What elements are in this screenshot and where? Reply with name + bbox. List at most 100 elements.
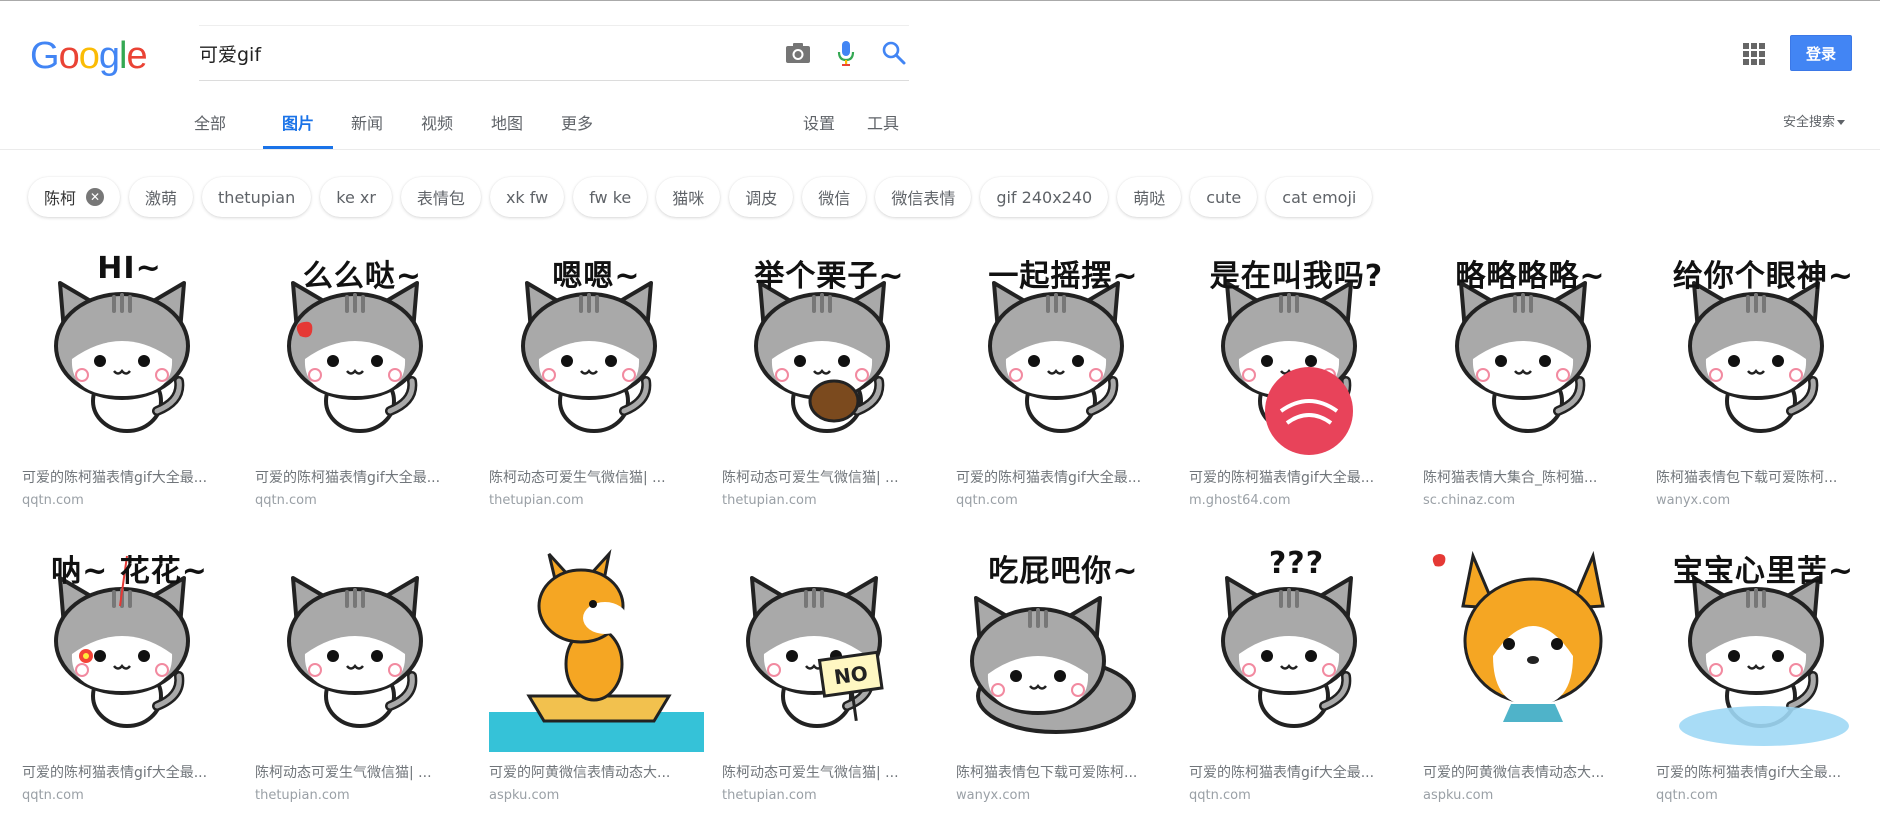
result-caption[interactable]: 陈柯动态可爱生气微信猫| ... — [255, 762, 455, 782]
chip[interactable]: 微信表情 — [875, 177, 972, 217]
result-caption[interactable]: 可爱的陈柯猫表情gif大全最... — [255, 467, 455, 487]
sticker-text: 宝宝心里苦~ — [1672, 554, 1855, 589]
tools-links: 设置 工具 — [803, 110, 899, 134]
result-source: thetupian.com — [255, 788, 350, 803]
result-thumbnail[interactable]: 一起摇摆~ — [956, 241, 1171, 457]
image-result[interactable]: 吃屁吧你~ 陈柯猫表情包下载可爱陈柯... wanyx.com — [956, 536, 1171, 803]
result-caption[interactable]: 可爱的阿黄微信表情动态大... — [489, 762, 689, 782]
apps-grid-icon[interactable] — [1743, 43, 1765, 65]
sticker-text: 略略略略~ — [1455, 259, 1606, 294]
result-thumbnail[interactable]: 是在叫我吗? — [1189, 241, 1404, 457]
result-source: wanyx.com — [956, 788, 1031, 803]
tab-images[interactable]: 图片 — [263, 107, 333, 149]
result-caption[interactable]: 可爱的陈柯猫表情gif大全最... — [22, 762, 222, 782]
search-input[interactable] — [199, 33, 759, 73]
result-caption[interactable]: 陈柯猫表情包下载可爱陈柯... — [1656, 467, 1856, 487]
result-thumbnail[interactable]: 吃屁吧你~ — [956, 536, 1171, 752]
chip[interactable]: fw ke — [573, 177, 648, 217]
tab-all[interactable]: 全部 — [193, 107, 227, 149]
header: Google 登录 — [0, 1, 1880, 101]
result-thumbnail[interactable]: ??? — [1189, 536, 1404, 752]
result-source: qqtn.com — [22, 493, 84, 508]
image-result[interactable]: 宝宝心里苦~ 可爱的陈柯猫表情gif大全最... qqtn.com — [1656, 536, 1871, 803]
result-source: qqtn.com — [1656, 788, 1718, 803]
result-source: aspku.com — [489, 788, 560, 803]
image-result[interactable]: 举个栗子~ 陈柯动态可爱生气微信猫| ... thetupian.com — [722, 241, 937, 508]
sticker-text: 一起摇摆~ — [988, 259, 1139, 294]
image-result[interactable]: 嗯嗯~ 陈柯动态可爱生气微信猫| ... thetupian.com — [489, 241, 704, 508]
result-caption[interactable]: 陈柯动态可爱生气微信猫| ... — [489, 467, 689, 487]
image-result[interactable]: 可爱的阿黄微信表情动态大... aspku.com — [1423, 536, 1638, 803]
result-caption[interactable]: 陈柯动态可爱生气微信猫| ... — [722, 467, 922, 487]
result-thumbnail[interactable]: 嗯嗯~ — [489, 241, 704, 457]
result-thumbnail[interactable]: 给你个眼神~ — [1656, 241, 1871, 457]
chip[interactable]: 激萌 — [129, 177, 194, 217]
image-result[interactable]: HI~ 可爱的陈柯猫表情gif大全最... qqtn.com — [22, 241, 237, 508]
google-logo[interactable]: Google — [30, 35, 148, 78]
result-thumbnail[interactable]: 略略略略~ — [1423, 241, 1638, 457]
result-source: qqtn.com — [956, 493, 1018, 508]
chip[interactable]: 微信 — [802, 177, 867, 217]
tab-more[interactable]: 更多 — [560, 107, 594, 149]
chip[interactable]: 猫咪 — [656, 177, 721, 217]
chip[interactable]: 萌哒 — [1117, 177, 1182, 217]
result-thumbnail[interactable]: HI~ — [22, 241, 237, 457]
image-result[interactable]: 呐~ 花花~ 可爱的陈柯猫表情gif大全最... qqtn.com — [22, 536, 237, 803]
result-caption[interactable]: 可爱的陈柯猫表情gif大全最... — [956, 467, 1156, 487]
microphone-icon[interactable] — [831, 38, 861, 68]
result-caption[interactable]: 可爱的陈柯猫表情gif大全最... — [1189, 467, 1389, 487]
chip[interactable]: thetupian — [202, 177, 312, 217]
chip[interactable]: 表情包 — [400, 177, 481, 217]
result-caption[interactable]: 可爱的陈柯猫表情gif大全最... — [1656, 762, 1856, 782]
chip[interactable]: cute — [1190, 177, 1258, 217]
result-thumbnail[interactable]: 宝宝心里苦~ — [1656, 536, 1871, 752]
tab-news[interactable]: 新闻 — [350, 107, 384, 149]
chip[interactable]: xk fw — [489, 177, 565, 217]
result-caption[interactable]: 可爱的阿黄微信表情动态大... — [1423, 762, 1623, 782]
result-thumbnail[interactable]: 举个栗子~ — [722, 241, 937, 457]
settings-link[interactable]: 设置 — [803, 110, 835, 134]
chip[interactable]: gif 240x240 — [980, 177, 1109, 217]
result-thumbnail[interactable]: NO — [722, 536, 937, 752]
result-caption[interactable]: 陈柯猫表情包下载可爱陈柯... — [956, 762, 1156, 782]
chip[interactable]: ke xr — [320, 177, 392, 217]
image-result[interactable]: NO 陈柯动态可爱生气微信猫| ... thetupian.com — [722, 536, 937, 803]
tab-maps[interactable]: 地图 — [490, 107, 524, 149]
signin-button[interactable]: 登录 — [1790, 35, 1852, 71]
image-result[interactable]: 给你个眼神~ 陈柯猫表情包下载可爱陈柯... wanyx.com — [1656, 241, 1871, 508]
image-result[interactable]: 是在叫我吗? 可爱的陈柯猫表情gif大全最... m.ghost64.com — [1189, 241, 1404, 508]
result-source: qqtn.com — [255, 493, 317, 508]
sticker-art — [489, 549, 704, 752]
tab-videos[interactable]: 视频 — [420, 107, 454, 149]
safe-search-dropdown[interactable]: 安全搜索 — [1783, 111, 1846, 130]
result-caption[interactable]: 陈柯动态可爱生气微信猫| ... — [722, 762, 922, 782]
image-result[interactable]: 陈柯动态可爱生气微信猫| ... thetupian.com — [255, 536, 470, 803]
close-icon[interactable]: ✕ — [86, 188, 105, 206]
chip-selected[interactable]: 陈柯 ✕ — [28, 177, 121, 217]
chip[interactable]: cat emoji — [1266, 177, 1373, 217]
related-chips: 陈柯 ✕ 激萌 thetupian ke xr 表情包 xk fw fw ke 猫… — [28, 177, 1381, 217]
result-caption[interactable]: 可爱的陈柯猫表情gif大全最... — [1189, 762, 1389, 782]
result-thumbnail[interactable] — [489, 536, 704, 752]
result-thumbnail[interactable]: 么么哒~ — [255, 241, 470, 457]
image-result[interactable]: 可爱的阿黄微信表情动态大... aspku.com — [489, 536, 704, 803]
result-caption[interactable]: 可爱的陈柯猫表情gif大全最... — [22, 467, 222, 487]
search-icon[interactable] — [879, 38, 909, 68]
image-result[interactable]: ??? 可爱的陈柯猫表情gif大全最... qqtn.com — [1189, 536, 1404, 803]
result-thumbnail[interactable] — [1423, 536, 1638, 752]
result-thumbnail[interactable] — [255, 536, 470, 752]
chip[interactable]: 调皮 — [729, 177, 794, 217]
result-source: qqtn.com — [22, 788, 84, 803]
image-result[interactable]: 么么哒~ 可爱的陈柯猫表情gif大全最... qqtn.com — [255, 241, 470, 508]
chevron-down-icon — [1837, 120, 1846, 125]
header-divider — [0, 149, 1880, 150]
result-thumbnail[interactable]: 呐~ 花花~ — [22, 536, 237, 752]
sticker-art — [1432, 550, 1605, 722]
result-caption[interactable]: 陈柯猫表情大集合_陈柯猫... — [1423, 467, 1623, 487]
result-source: qqtn.com — [1189, 788, 1251, 803]
sticker-text: 给你个眼神~ — [1672, 259, 1855, 294]
tools-link[interactable]: 工具 — [867, 110, 899, 134]
image-result[interactable]: 一起摇摆~ 可爱的陈柯猫表情gif大全最... qqtn.com — [956, 241, 1171, 508]
image-result[interactable]: 略略略略~ 陈柯猫表情大集合_陈柯猫... sc.chinaz.com — [1423, 241, 1638, 508]
camera-icon[interactable] — [783, 38, 813, 68]
